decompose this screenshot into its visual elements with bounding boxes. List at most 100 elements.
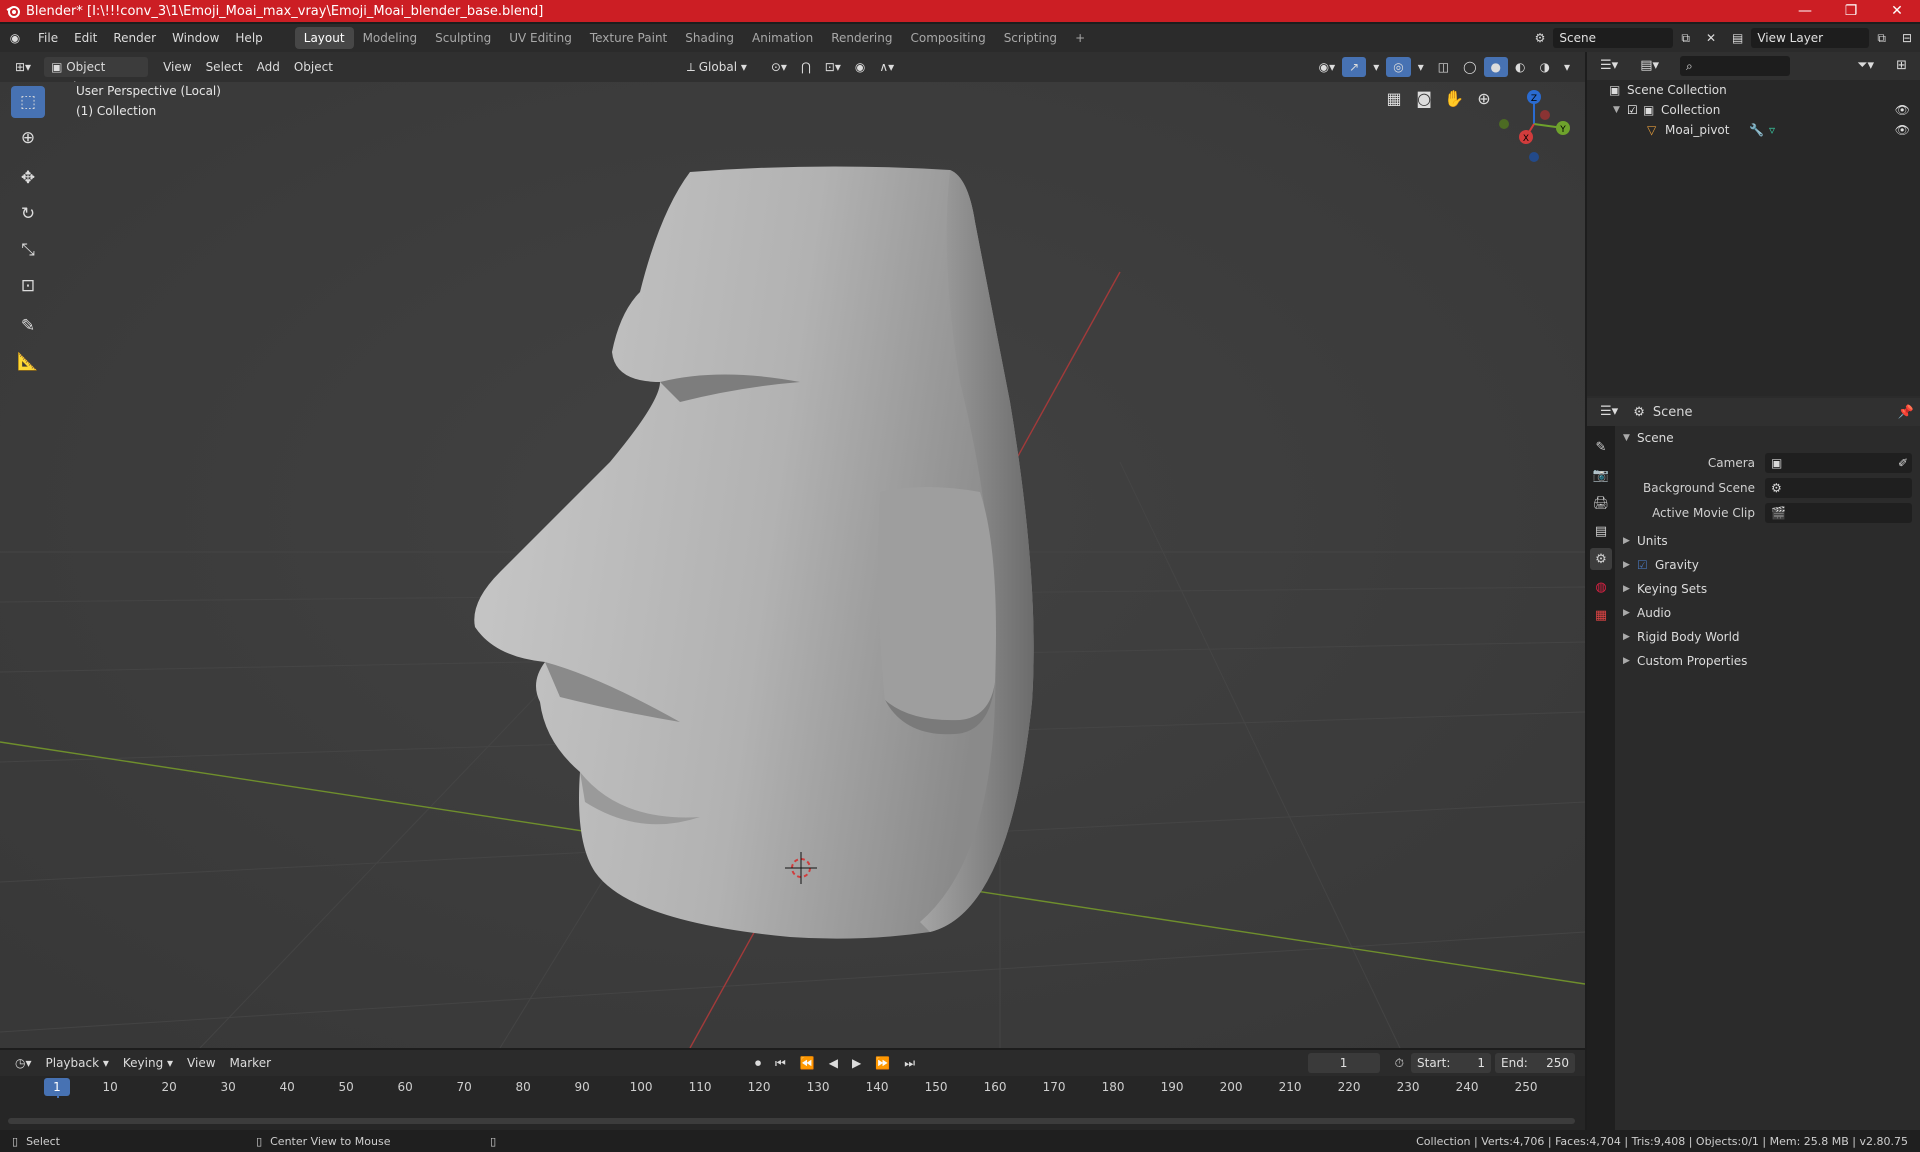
pivot-point-icon[interactable]: ⊙▾ xyxy=(764,57,794,77)
close-button[interactable]: ✕ xyxy=(1874,0,1920,22)
toggle-perspective-icon[interactable]: ▦ xyxy=(1380,84,1408,112)
tab-rendering[interactable]: Rendering xyxy=(822,27,901,49)
cursor-tool-icon[interactable]: ⊕ xyxy=(11,122,45,154)
play-icon[interactable]: ▶ xyxy=(845,1053,868,1073)
scene-icon[interactable]: ⚙ xyxy=(1527,27,1554,49)
keying-menu[interactable]: Keying ▾ xyxy=(116,1053,180,1073)
shading-dropdown-icon[interactable]: ▾ xyxy=(1557,57,1577,77)
playback-menu[interactable]: Playback ▾ xyxy=(39,1053,116,1073)
overlays-dropdown-icon[interactable]: ▾ xyxy=(1411,57,1431,77)
record-icon[interactable]: ⏺ xyxy=(748,1053,768,1073)
view-layer-tab-icon[interactable]: ▤ xyxy=(1590,520,1612,542)
outliner-object-row[interactable]: ▽ Moai_pivot 🔧 ▿ 👁 xyxy=(1587,120,1920,140)
menu-render[interactable]: Render xyxy=(105,27,164,49)
view-layer-selector[interactable]: View Layer xyxy=(1751,28,1870,48)
collection-checkbox[interactable]: ☑ xyxy=(1627,103,1643,117)
outliner-search-input[interactable]: ⌕ xyxy=(1680,56,1790,76)
pin-icon[interactable]: 📌 xyxy=(1898,405,1914,420)
add-workspace-button[interactable]: + xyxy=(1066,27,1094,49)
new-collection-icon[interactable]: ⊞ xyxy=(1889,56,1914,76)
visibility-icon[interactable]: ◉▾ xyxy=(1312,57,1343,77)
menu-add[interactable]: Add xyxy=(250,57,287,77)
scene-panel-header[interactable]: ▼ Scene xyxy=(1615,426,1920,450)
select-box-icon[interactable]: ⬚ xyxy=(11,86,45,118)
world-tab-icon[interactable]: ◍ xyxy=(1590,576,1612,598)
scene-selector[interactable]: Scene xyxy=(1553,28,1674,48)
keying-sets-subpanel[interactable]: ▶ Keying Sets xyxy=(1615,577,1920,601)
move-tool-icon[interactable]: ✥ xyxy=(11,162,45,194)
xray-icon[interactable]: ◫ xyxy=(1431,57,1456,77)
jump-keyframe-forward-icon[interactable]: ⏩ xyxy=(868,1053,897,1073)
expand-icon[interactable]: ▼ xyxy=(1613,105,1627,115)
frame-ruler[interactable]: 1 10 20 30 40 50 60 70 80 90 100 110 120 130 140 150 160… xyxy=(0,1076,1585,1128)
outliner-scene-collection[interactable]: ▣ Scene Collection xyxy=(1587,80,1920,100)
3d-viewport[interactable]: User Perspective (Local) (1) Collection … xyxy=(0,82,1585,1048)
menu-file[interactable]: File xyxy=(30,27,66,49)
background-scene-field[interactable]: ⚙ xyxy=(1765,477,1912,498)
preview-range-icon[interactable]: ⏱ xyxy=(1388,1053,1411,1073)
outliner-collection-row[interactable]: ▼ ☑ ▣ Collection 👁 xyxy=(1587,100,1920,120)
modifier-wrench-icon[interactable]: 🔧 xyxy=(1749,123,1769,137)
play-reverse-icon[interactable]: ◀ xyxy=(822,1053,845,1073)
eyedropper-icon[interactable]: ✐ xyxy=(1898,456,1908,470)
transform-orientation-dropdown[interactable]: ⟂ Global ▾ xyxy=(680,57,754,77)
measure-tool-icon[interactable]: 📐 xyxy=(11,346,45,378)
end-frame-field[interactable]: End: 250 xyxy=(1495,1053,1575,1073)
editor-type-icon[interactable]: ⊞▾ xyxy=(8,57,38,77)
start-frame-field[interactable]: Start: 1 xyxy=(1411,1053,1491,1073)
outliner-editor-type-icon[interactable]: ☰▾ xyxy=(1593,56,1625,76)
camera-view-icon[interactable]: ◙ xyxy=(1410,84,1438,112)
properties-editor-type-icon[interactable]: ☰▾ xyxy=(1593,402,1625,422)
falloff-icon[interactable]: ∧▾ xyxy=(872,57,901,77)
custom-properties-subpanel[interactable]: ▶ Custom Properties xyxy=(1615,649,1920,673)
mode-selector[interactable]: ▣ Object Mode ▾ xyxy=(44,57,149,94)
overlays-toggle-icon[interactable]: ◎ xyxy=(1386,57,1411,77)
tool-tab-icon[interactable]: ✎ xyxy=(1590,436,1612,458)
shading-rendered-icon[interactable]: ◑ xyxy=(1532,57,1556,77)
tab-uv-editing[interactable]: UV Editing xyxy=(500,27,581,49)
timeline-track-area[interactable] xyxy=(0,1098,1585,1130)
menu-edit[interactable]: Edit xyxy=(66,27,105,49)
tab-texture-paint[interactable]: Texture Paint xyxy=(581,27,676,49)
jump-keyframe-back-icon[interactable]: ⏪ xyxy=(793,1053,822,1073)
menu-select[interactable]: Select xyxy=(199,57,250,77)
tab-scripting[interactable]: Scripting xyxy=(995,27,1066,49)
timeline-view-menu[interactable]: View xyxy=(180,1053,222,1073)
tab-layout[interactable]: Layout xyxy=(294,27,354,49)
gravity-subpanel[interactable]: ▶ ☑ Gravity xyxy=(1615,553,1920,577)
maximize-button[interactable]: ❐ xyxy=(1828,0,1874,22)
camera-field[interactable]: ▣ ✐ xyxy=(1765,452,1912,473)
menu-object[interactable]: Object xyxy=(287,57,340,77)
shading-wireframe-icon[interactable]: ◯ xyxy=(1456,57,1483,77)
proportional-edit-icon[interactable]: ◉ xyxy=(848,57,872,77)
menu-window[interactable]: Window xyxy=(164,27,227,49)
transform-tool-icon[interactable]: ⊡ xyxy=(11,270,45,302)
gravity-checkbox[interactable]: ☑ xyxy=(1637,558,1655,572)
tab-shading[interactable]: Shading xyxy=(676,27,743,49)
output-tab-icon[interactable]: 🖨 xyxy=(1590,492,1612,514)
jump-end-icon[interactable]: ⏭ xyxy=(897,1053,922,1073)
display-mode-icon[interactable]: ▤▾ xyxy=(1633,56,1666,76)
active-movie-clip-field[interactable]: 🎬 xyxy=(1765,502,1912,523)
gizmo-toggle-icon[interactable]: ↗ xyxy=(1342,57,1367,77)
minimize-button[interactable]: — xyxy=(1782,0,1828,22)
tab-sculpting[interactable]: Sculpting xyxy=(426,27,500,49)
tab-modeling[interactable]: Modeling xyxy=(354,27,427,49)
blender-menu-icon[interactable]: ◉ xyxy=(0,27,30,49)
rigid-body-world-subpanel[interactable]: ▶ Rigid Body World xyxy=(1615,625,1920,649)
timeline-scrollbar[interactable] xyxy=(8,1118,1575,1124)
navigation-gizmo[interactable]: Z Y X xyxy=(1488,82,1578,172)
pan-hand-icon[interactable]: ✋ xyxy=(1440,84,1468,112)
rotate-tool-icon[interactable]: ↻ xyxy=(11,198,45,230)
new-view-layer-icon[interactable]: ⧉ xyxy=(1869,27,1894,49)
current-frame-field[interactable]: 1 xyxy=(1307,1053,1380,1073)
render-tab-icon[interactable]: 📷 xyxy=(1590,464,1612,486)
marker-menu[interactable]: Marker xyxy=(223,1053,278,1073)
tab-animation[interactable]: Animation xyxy=(743,27,822,49)
menu-view[interactable]: View xyxy=(156,57,198,77)
object-visibility-eye-icon[interactable]: 👁 xyxy=(1895,123,1910,137)
remove-scene-icon[interactable]: ✕ xyxy=(1698,27,1724,49)
new-scene-icon[interactable]: ⧉ xyxy=(1673,27,1698,49)
scene-tab-icon[interactable]: ⚙ xyxy=(1590,548,1612,570)
filter-icon[interactable]: ⏷▾ xyxy=(1850,56,1881,76)
